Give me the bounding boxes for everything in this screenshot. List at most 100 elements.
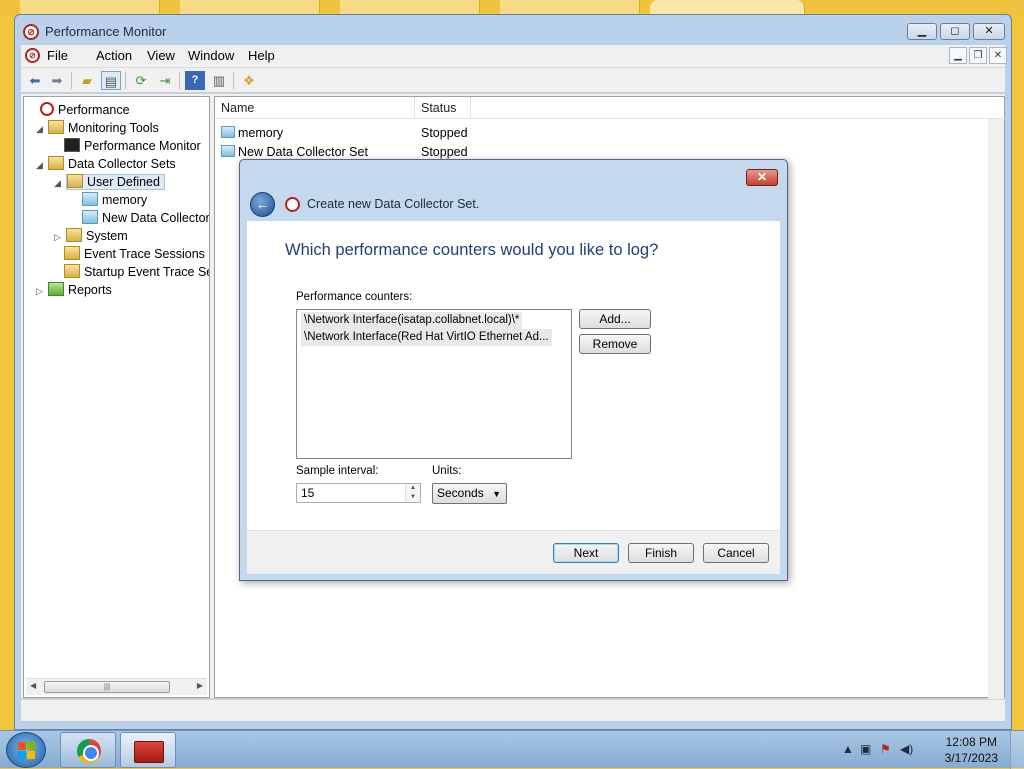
tree-item-memory[interactable]: memory	[82, 191, 147, 209]
tree-item-label: Performance Monitor	[84, 139, 201, 153]
help-icon[interactable]: ?	[185, 71, 205, 90]
tree-item-startup-event-trace-sessions[interactable]: Startup Event Trace Ses	[64, 263, 210, 281]
clock-time: 12:08 PM	[945, 735, 997, 749]
menu-view[interactable]: View	[147, 48, 175, 63]
tree-collapse-arrow[interactable]: ◢	[36, 156, 48, 174]
back-arrow-icon[interactable]: ⬅	[25, 71, 45, 90]
toolbar-separator	[233, 72, 234, 89]
tree-collapse-arrow[interactable]: ◢	[36, 120, 48, 138]
tree-item-label: Startup Event Trace Ses	[84, 265, 210, 279]
tree-item-monitoring-tools[interactable]: ◢ Monitoring Tools	[28, 119, 159, 137]
menu-help[interactable]: Help	[248, 48, 275, 63]
tree-item-performance[interactable]: Performance	[28, 101, 130, 119]
row-name: memory	[238, 126, 284, 140]
show-desktop-button[interactable]	[1010, 731, 1024, 769]
windows-logo-icon	[18, 742, 36, 760]
tree-collapse-arrow[interactable]: ◢	[54, 174, 66, 192]
tree-item-new-data-collector[interactable]: New Data Collector	[82, 209, 210, 227]
background-tab	[340, 0, 480, 14]
child-minimize-button[interactable]: ▁	[949, 47, 967, 64]
tree-item-label: Reports	[68, 283, 112, 297]
new-collector-icon[interactable]: ❖	[239, 71, 259, 90]
monitor-icon	[64, 138, 80, 152]
dialog-close-button[interactable]: ✕	[746, 169, 778, 186]
close-button[interactable]: ✕	[973, 23, 1005, 40]
row-name: New Data Collector Set	[238, 145, 368, 159]
back-button[interactable]: ←	[250, 192, 275, 217]
maximize-button[interactable]: ◻	[940, 23, 970, 40]
menu-action[interactable]: Action	[96, 48, 132, 63]
performance-monitor-icon: ⊘	[23, 24, 39, 40]
tree-item-performance-monitor[interactable]: Performance Monitor	[64, 137, 201, 155]
collector-set-icon	[82, 210, 98, 224]
units-value: Seconds	[437, 486, 484, 500]
scrollbar-thumb[interactable]: |||	[44, 681, 170, 693]
list-header: Name Status	[215, 97, 1005, 119]
tree-item-system[interactable]: ▷ System	[46, 227, 128, 245]
units-dropdown[interactable]: Seconds ▼	[432, 483, 507, 504]
properties-icon[interactable]: ▥	[209, 71, 229, 90]
tree-item-event-trace-sessions[interactable]: Event Trace Sessions	[64, 245, 205, 263]
start-button[interactable]	[6, 732, 46, 768]
counter-item[interactable]: \Network Interface(isatap.collabnet.loca…	[301, 312, 523, 329]
create-data-collector-set-dialog: ✕ ← Create new Data Collector Set. Which…	[239, 159, 788, 581]
row-status: Stopped	[421, 126, 468, 140]
tree-item-label: User Defined	[87, 175, 160, 189]
tree-expand-arrow[interactable]: ▷	[36, 282, 48, 300]
folder-icon	[48, 120, 64, 134]
show-hidden-icons-icon[interactable]: ▲	[842, 742, 854, 756]
next-button[interactable]: Next	[553, 543, 619, 563]
column-header-status[interactable]: Status	[415, 97, 471, 119]
show-hide-tree-icon[interactable]: ▤	[101, 71, 121, 90]
sample-interval-input[interactable]: 15 ▲ ▼	[296, 483, 421, 503]
finish-button[interactable]: Finish	[628, 543, 694, 563]
action-center-icon[interactable]: ⚑	[880, 742, 891, 756]
performance-counters-list[interactable]: \Network Interface(isatap.collabnet.loca…	[296, 309, 572, 459]
user-folder-icon	[67, 174, 83, 188]
minimize-button[interactable]: ▁	[907, 23, 937, 40]
add-counter-button[interactable]: Add...	[579, 309, 651, 329]
network-icon[interactable]: ▣	[860, 742, 871, 756]
clock[interactable]: 12:08 PM 3/17/2023	[945, 734, 998, 766]
menu-window[interactable]: Window	[188, 48, 234, 63]
collector-set-icon	[82, 192, 98, 206]
tree-expand-arrow[interactable]: ▷	[54, 228, 66, 246]
dialog-title: Create new Data Collector Set.	[307, 197, 480, 211]
tree-item-label: System	[86, 229, 128, 243]
tree-item-reports[interactable]: ▷ Reports	[28, 281, 112, 299]
forward-arrow-icon[interactable]: ➡	[47, 71, 67, 90]
toolbar: ⬅ ➡ ▰ ▤ ⟳ ⇥ ? ▥ ❖	[21, 67, 1005, 93]
wizard-question: Which performance counters would you lik…	[285, 241, 659, 259]
spin-arrows[interactable]: ▲ ▼	[405, 484, 420, 502]
remove-counter-button[interactable]: Remove	[579, 334, 651, 354]
export-list-icon[interactable]: ⇥	[155, 71, 175, 90]
tree-item-data-collector-sets[interactable]: ◢ Data Collector Sets	[28, 155, 176, 173]
performance-monitor-icon	[285, 197, 300, 212]
tree-item-user-defined[interactable]: ◢ User Defined	[46, 173, 165, 191]
console-icon[interactable]: ⊘	[25, 48, 40, 63]
taskbar-performance-monitor-button[interactable]	[120, 732, 176, 768]
column-header-name[interactable]: Name	[215, 97, 415, 119]
menu-bar: ⊘ File Action View Window Help ▁ ❐ ✕	[21, 45, 1007, 67]
scroll-right-icon[interactable]: ▶	[197, 681, 203, 690]
up-folder-icon[interactable]: ▰	[77, 71, 97, 90]
list-vertical-scrollbar[interactable]	[988, 119, 1004, 699]
menu-file[interactable]: File	[47, 48, 68, 63]
tree-item-label: New Data Collector	[102, 211, 210, 225]
cancel-button[interactable]: Cancel	[703, 543, 769, 563]
folder-icon	[64, 246, 80, 260]
tree-horizontal-scrollbar[interactable]: ◀ ||| ▶	[26, 678, 207, 695]
counter-item[interactable]: \Network Interface(Red Hat VirtIO Ethern…	[301, 329, 552, 346]
scroll-left-icon[interactable]: ◀	[30, 681, 36, 690]
list-row-memory[interactable]: memory Stopped	[215, 124, 515, 143]
taskbar: ▲ ▣ ⚑ ◀) 12:08 PM 3/17/2023	[0, 730, 1024, 769]
volume-icon[interactable]: ◀)	[900, 742, 913, 756]
background-tab	[20, 0, 160, 14]
child-close-button[interactable]: ✕	[989, 47, 1007, 64]
dialog-footer: Next Finish Cancel	[247, 530, 780, 574]
refresh-icon[interactable]: ⟳	[131, 71, 151, 90]
child-restore-button[interactable]: ❐	[969, 47, 987, 64]
toolbar-separator	[71, 72, 72, 89]
tree-item-label: memory	[102, 193, 148, 207]
taskbar-chrome-button[interactable]	[60, 732, 116, 768]
